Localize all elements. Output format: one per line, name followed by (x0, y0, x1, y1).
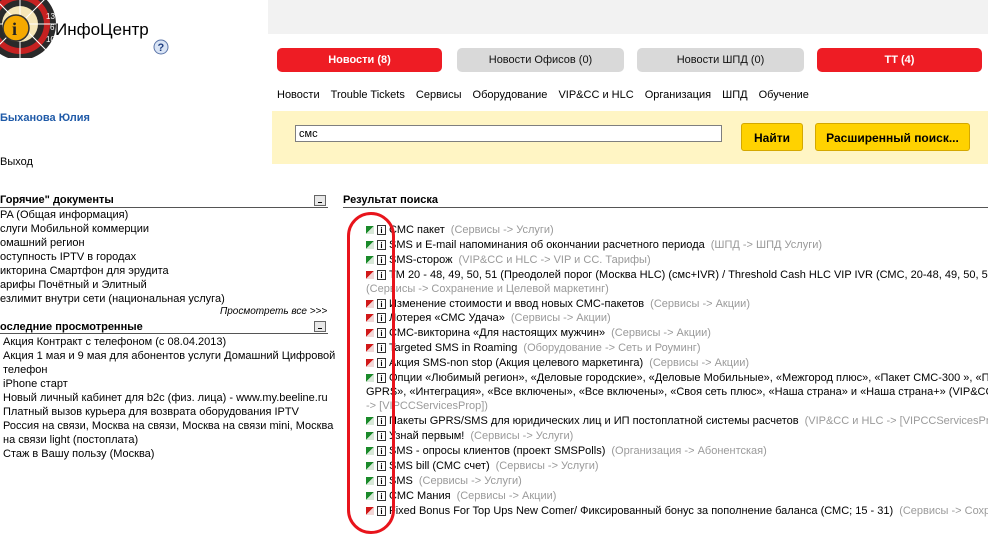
result-continuation: (Сервисы -> Сохранение и Целевой маркети… (366, 282, 609, 297)
result-category: (Сервисы -> Акции) (649, 357, 750, 369)
result-title-link[interactable]: СМС-викторина «Для настоящих мужчин» (389, 327, 605, 339)
result-row: i SMS bill (СМС счет) (Сервисы -> Услуги) (366, 459, 599, 474)
result-row: i SMS и E-mail напоминания об окончании р… (366, 238, 822, 253)
result-category: (Сервисы -> Услуги) (418, 475, 522, 487)
menu-item-vipcc[interactable]: VIP&CC и HLC (558, 89, 633, 101)
result-category: (Сервисы -> Услуги) (450, 224, 554, 236)
result-category: (Сервисы -> Сохр (899, 505, 988, 517)
find-button[interactable]: Найти (741, 123, 803, 151)
result-continuation: GPRS», «Интеграция», «Все включены», «Вс… (366, 385, 988, 400)
svg-text:?: ? (158, 42, 165, 54)
result-row: i Узнай первым! (Сервисы -> Услуги) (366, 429, 573, 444)
menu-item-equipment[interactable]: Оборудование (473, 89, 548, 101)
app-title: ИнфоЦентр (55, 20, 149, 39)
tab-shpd-news[interactable]: Новости ШПД (0) (637, 48, 804, 72)
result-row: i Опции «Любимый регион», «Деловые городс… (366, 371, 988, 386)
result-title-link[interactable]: Targeted SMS in Roaming (389, 342, 517, 354)
recent-item[interactable]: Акция 1 мая и 9 мая для абонентов услуги… (3, 349, 335, 363)
hot-doc-item[interactable]: оступность IPTV в городах (0, 250, 225, 264)
result-category: (Сервисы -> Акции) (650, 298, 750, 310)
result-row: i Изменение стоимости и ввод новых СМС-па… (366, 297, 750, 312)
result-title-link[interactable]: Лотерея «СМС Удача» (389, 312, 505, 324)
user-name-link[interactable]: Быханова Юлия (0, 112, 90, 124)
advanced-search-button[interactable]: Расширенный поиск... (815, 123, 970, 151)
svg-text:i: i (12, 19, 17, 39)
result-row: i Пакеты GPRS/SMS для юридических лиц и И… (366, 414, 988, 429)
logout-link[interactable]: Выход (0, 156, 33, 168)
question-icon[interactable]: ? (152, 38, 170, 56)
result-category: (Сервисы -> Акции) (611, 327, 711, 339)
collapse-hot-docs-button[interactable] (314, 195, 326, 206)
result-category: (Оборудование -> Сеть и Роуминг) (523, 342, 701, 354)
result-continuation-text: (Сервисы -> Сохранение и Целевой маркети… (366, 283, 609, 295)
top-banner (268, 0, 988, 34)
result-title-link[interactable]: Fixed Bonus For Top Ups New Comer/ Фикси… (389, 505, 893, 517)
recent-item[interactable]: на связи light (постоплата) (3, 433, 335, 447)
result-continuation-text: GPRS», «Интеграция», «Все включены», «Вс… (366, 386, 988, 398)
recent-item[interactable]: Россия на связи, Москва на связи, Москва… (3, 419, 335, 433)
result-row: i Лотерея «СМС Удача» (Сервисы -> Акции) (366, 311, 611, 326)
result-row: i TM 20 - 48, 49, 50, 51 (Преодолей порог… (366, 268, 988, 283)
result-category: (Организация -> Абонентская) (611, 445, 767, 457)
result-category: (ШПД -> ШПД Услуги) (710, 239, 823, 251)
result-title-link[interactable]: Изменение стоимости и ввод новых СМС-пак… (389, 298, 644, 310)
recent-item[interactable]: Платный вызов курьера для возврата обору… (3, 405, 335, 419)
result-row: i СМС-викторина «Для настоящих мужчин» (Се… (366, 326, 711, 341)
menu-item-services[interactable]: Сервисы (416, 89, 462, 101)
search-input[interactable] (295, 125, 722, 142)
tab-news[interactable]: Новости (8) (277, 48, 442, 72)
menu-item-organization[interactable]: Организация (645, 89, 711, 101)
result-category: (VIP&CC и HLC -> VIP и CC. Тарифы) (458, 254, 651, 266)
tab-trouble-tickets[interactable]: TT (4) (817, 48, 982, 72)
menu-item-trouble-tickets[interactable]: Trouble Tickets (331, 89, 405, 101)
result-title-link[interactable]: SMS-сторож (389, 254, 453, 266)
result-category: (Сервисы -> Услуги) (470, 430, 574, 442)
view-all-link[interactable]: Просмотреть все >>> (220, 306, 327, 317)
recent-item[interactable]: Новый личный кабинет для b2c (физ. лица)… (3, 391, 335, 405)
hot-doc-item[interactable]: икторина Смартфон для эрудита (0, 264, 225, 278)
hot-docs-list: PA (Общая информация) слуги Мобильной ко… (0, 208, 225, 306)
menu-item-shpd[interactable]: ШПД (722, 89, 747, 101)
result-title-link[interactable]: SMS - опросы клиентов (проект SMSPolls) (389, 445, 605, 457)
result-row: i SMS - опросы клиентов (проект SMSPolls)… (366, 444, 767, 459)
result-title-link[interactable]: SMS bill (СМС счет) (389, 460, 490, 472)
result-title-link[interactable]: СМС пакет (389, 224, 445, 236)
result-row: i Акция SMS-non stop (Акция целевого марк… (366, 356, 749, 371)
hot-doc-item[interactable]: езлимит внутри сети (национальная услуга… (0, 292, 225, 306)
result-title-link[interactable]: Акция SMS-non stop (Акция целевого марке… (389, 357, 643, 369)
result-title-link[interactable]: Узнай первым! (389, 430, 464, 442)
result-title-link[interactable]: СМС Мания (389, 490, 451, 502)
result-category: (VIP&CC и HLC -> [VIPCCServicesProp]) (804, 415, 988, 427)
result-row: i Targeted SMS in Roaming (Оборудование ->… (366, 341, 701, 356)
hot-doc-item[interactable]: слуги Мобильной коммерции (0, 222, 225, 236)
results-title: Результат поиска (343, 194, 438, 206)
recent-list: Акция Контракт с телефоном (с 08.04.2013… (3, 335, 335, 461)
results-divider (343, 207, 988, 208)
hot-doc-item[interactable]: PA (Общая информация) (0, 208, 225, 222)
menu-item-news[interactable]: Новости (277, 89, 320, 101)
result-category: (Сервисы -> Услуги) (495, 460, 599, 472)
tab-office-news[interactable]: Новости Офисов (0) (457, 48, 624, 72)
result-title-link[interactable]: Опции «Любимый регион», «Деловые городск… (389, 372, 988, 384)
recent-title: оследние просмотренные (0, 321, 143, 333)
result-category: (Сервисы -> Акции) (510, 312, 611, 324)
result-row: i SMS-сторож (VIP&CC и HLC -> VIP и CC. Та… (366, 253, 651, 268)
hot-docs-title: Горячие" документы (0, 194, 114, 206)
recent-item[interactable]: телефон (3, 363, 335, 377)
annotation-highlight-ring (347, 212, 395, 534)
result-row: i Fixed Bonus For Top Ups New Comer/ Фикс… (366, 504, 988, 519)
recent-item[interactable]: Акция Контракт с телефоном (с 08.04.2013… (3, 335, 335, 349)
recent-item[interactable]: Стаж в Вашу пользу (Москва) (3, 447, 335, 461)
menu-item-training[interactable]: Обучение (759, 89, 809, 101)
recent-item[interactable]: iPhone старт (3, 377, 335, 391)
collapse-recent-button[interactable] (314, 321, 326, 332)
main-menu: Новости Trouble Tickets Сервисы Оборудов… (277, 89, 817, 101)
hot-doc-item[interactable]: омашний регион (0, 236, 225, 250)
recent-divider (0, 333, 328, 334)
result-title-link[interactable]: Пакеты GPRS/SMS для юридических лиц и ИП… (389, 415, 799, 427)
result-title-link[interactable]: TM 20 - 48, 49, 50, 51 (Преодолей порог … (389, 269, 988, 281)
result-category: (Сервисы -> Акции) (456, 490, 557, 502)
hot-doc-item[interactable]: арифы Почётный и Элитный (0, 278, 225, 292)
result-title-link[interactable]: SMS и E-mail напоминания об окончании ра… (389, 239, 705, 251)
